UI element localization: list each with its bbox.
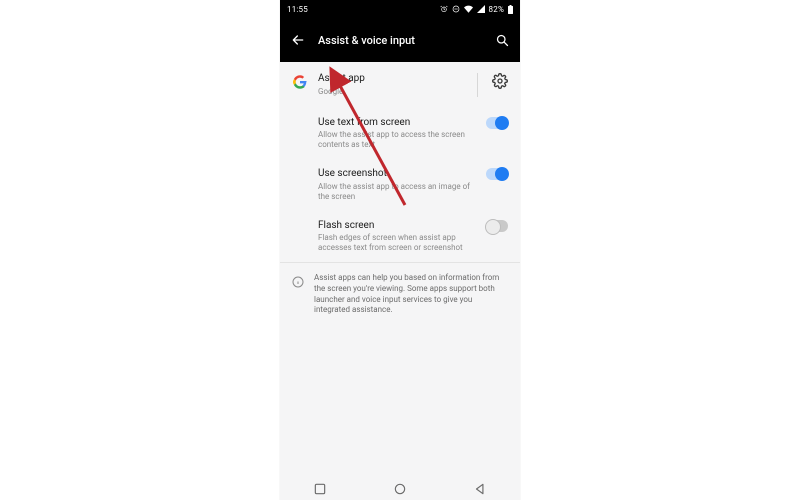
setting-subtitle: Allow the assist app to access an image … <box>318 182 476 202</box>
info-text: Assist apps can help you based on inform… <box>314 273 508 316</box>
info-row: Assist apps can help you based on inform… <box>280 263 520 326</box>
status-bar: 11:55 82% <box>280 0 520 18</box>
phone-frame: 11:55 82% Assist & voice input <box>280 0 520 500</box>
assist-app-settings-button[interactable] <box>492 73 508 89</box>
battery-icon <box>508 5 513 14</box>
search-button[interactable] <box>492 30 512 50</box>
status-time: 11:55 <box>287 5 308 14</box>
divider-vertical <box>477 73 478 97</box>
setting-title: Flash screen <box>318 220 476 233</box>
google-logo-icon <box>293 74 307 88</box>
assist-app-title: Assist app <box>318 73 465 86</box>
app-bar: Assist & voice input <box>280 18 520 62</box>
setting-use-text[interactable]: Use text from screen Allow the assist ap… <box>280 108 520 160</box>
setting-use-screenshot[interactable]: Use screenshot Allow the assist app to a… <box>280 159 520 211</box>
toggle-flash-screen[interactable] <box>486 220 508 232</box>
toggle-use-text[interactable] <box>486 117 508 129</box>
wifi-icon <box>464 5 473 13</box>
android-navbar <box>280 480 520 500</box>
dnd-icon <box>452 5 460 13</box>
nav-back-button[interactable] <box>473 481 487 500</box>
setting-subtitle: Flash edges of screen when assist app ac… <box>318 233 476 253</box>
setting-flash-screen[interactable]: Flash screen Flash edges of screen when … <box>280 211 520 263</box>
info-icon <box>292 273 304 292</box>
assist-app-subtitle: Google <box>318 87 465 97</box>
settings-content: Assist app Google Use text from screen A… <box>280 62 520 326</box>
setting-title: Use text from screen <box>318 117 476 130</box>
battery-pct: 82% <box>489 5 504 14</box>
page-title: Assist & voice input <box>318 34 415 47</box>
nav-recent-button[interactable] <box>313 481 327 500</box>
setting-title: Use screenshot <box>318 168 476 181</box>
back-button[interactable] <box>288 30 308 50</box>
signal-icon <box>477 5 485 13</box>
alarm-icon <box>440 5 448 13</box>
nav-home-button[interactable] <box>393 481 407 500</box>
toggle-use-screenshot[interactable] <box>486 168 508 180</box>
gear-icon <box>492 73 508 89</box>
assist-app-row[interactable]: Assist app Google <box>280 62 520 108</box>
setting-subtitle: Allow the assist app to access the scree… <box>318 130 476 150</box>
